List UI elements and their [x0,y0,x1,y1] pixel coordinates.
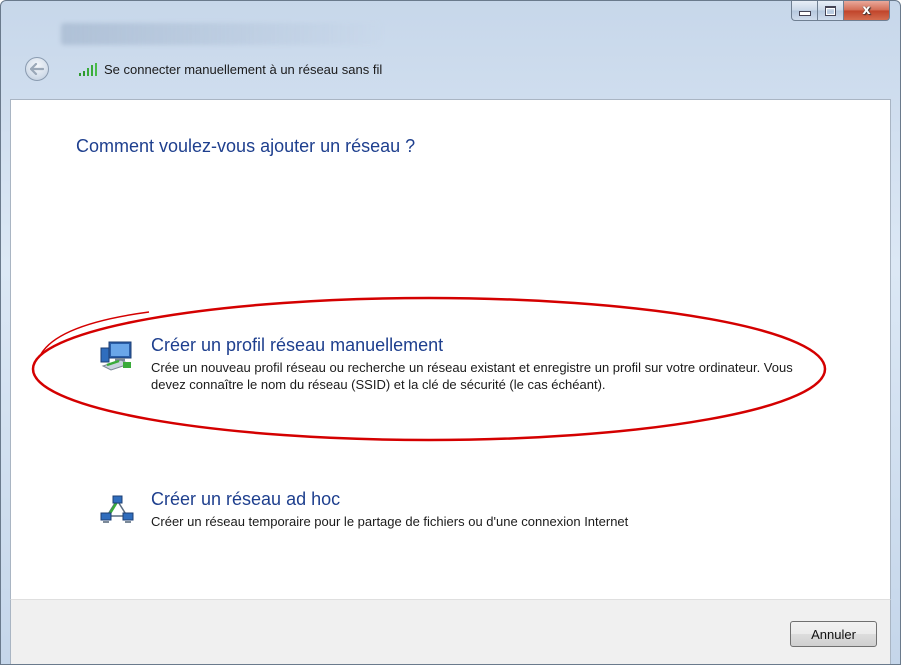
wizard-header: Se connecter manuellement à un réseau sa… [1,49,900,99]
page-question: Comment voulez-vous ajouter un réseau ? [76,136,416,156]
window-title: Se connecter manuellement à un réseau sa… [104,62,383,77]
minimize-icon [798,11,811,16]
option-description: Créer un réseau temporaire pour le parta… [151,514,629,529]
option-adhoc-network-text: Créer un réseau ad hoc Créer un réseau t… [151,488,831,530]
close-button[interactable]: x [844,1,890,21]
caption-buttons: x [791,1,890,21]
wireless-signal-icon [79,63,97,76]
network-computer-icon [100,341,132,371]
wizard-content: Comment voulez-vous ajouter un réseau ? … [10,99,891,599]
wizard-footer: Annuler [10,599,891,664]
back-button[interactable] [25,57,49,81]
cancel-button[interactable]: Annuler [790,621,877,647]
maximize-icon [825,5,836,16]
adhoc-network-icon [100,495,134,523]
title-bar[interactable]: x [1,1,900,49]
option-manual-profile-text: Créer un profil réseau manuellement Crée… [151,334,831,393]
blurred-title-ghost [61,23,381,45]
minimize-button[interactable] [791,1,818,21]
option-title: Créer un profil réseau manuellement [151,335,444,355]
maximize-button[interactable] [818,1,844,21]
option-description: Crée un nouveau profil réseau ou recherc… [151,360,793,392]
back-arrow-icon [30,63,44,75]
option-title: Créer un réseau ad hoc [151,489,341,509]
close-icon: x [862,3,871,18]
dialog-window: x Se connecter manuellement à un réseau … [0,0,901,665]
